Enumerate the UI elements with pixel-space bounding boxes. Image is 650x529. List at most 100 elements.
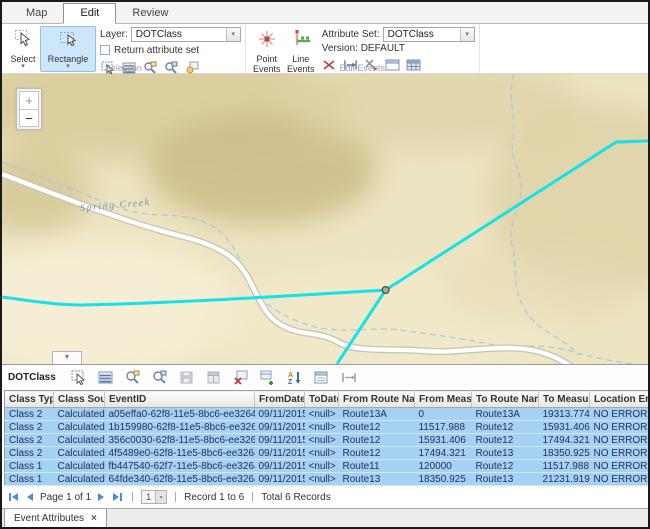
svg-text:Z: Z [288,379,293,385]
previous-page-button[interactable] [25,493,35,501]
cell: Route12 [339,434,415,447]
layer-dropdown[interactable]: DOTClass ▾ [131,27,241,42]
cell: 356c0030-62f8-11e5-8bc6-ee32641d5ec9 [105,434,255,447]
view-attributes-form-icon[interactable] [314,370,330,386]
selection-group: Select ▾ Rectangle ▾ Layer: DOTClass [2,24,246,73]
pager-separator [132,492,133,502]
map-graphics [2,74,648,364]
layer-value: DOTClass [132,29,226,40]
cell: NO ERROR [590,460,649,473]
layer-dropdown-caret-icon[interactable]: ▾ [226,28,240,41]
map-zoom-control: + − [16,88,42,130]
col-class-source[interactable]: Class Source [54,391,105,408]
layer-label: Layer: [100,29,128,40]
edit-events-group-label: Edit Events [246,63,479,73]
record-range-label: Record 1 to 6 [184,492,244,503]
bottom-tab-bar: Event Attributes × [2,508,648,528]
col-fromdate[interactable]: FromDate [255,391,305,408]
tab-review[interactable]: Review [116,4,184,23]
cell: 15931.406 [415,434,472,447]
table-row[interactable]: Class 2Calculated1b159980-62f8-11e5-8bc6… [5,421,649,434]
attribute-panel-toolbar: DOTClass AZ [2,364,648,390]
total-records-label: Total 6 Records [261,492,330,503]
tab-event-attributes[interactable]: Event Attributes × [4,509,107,528]
cell: <null> [305,473,339,486]
page-number-select[interactable]: 1 ▾ [141,490,167,504]
col-location-error[interactable]: Location Error [590,391,649,408]
cell: Route12 [339,447,415,460]
cell: NO ERROR [590,434,649,447]
cell: 0 [415,408,472,421]
tab-edit[interactable]: Edit [63,3,116,24]
cell: Route13 [339,473,415,486]
col-to-measure[interactable]: To Measure [539,391,590,408]
page-label: Page 1 of 1 [40,492,91,503]
zoom-in-button[interactable]: + [19,91,39,109]
table-row[interactable]: Class 2Calculated4f5489e0-62f8-11e5-8bc6… [5,447,649,460]
attribute-set-dropdown[interactable]: DOTClass ▾ [383,27,475,42]
cell: 18350.925 [415,473,472,486]
attribute-set-caret-icon[interactable]: ▾ [460,28,474,41]
cell: Class 2 [5,434,54,447]
delete-record-icon[interactable] [233,370,249,386]
table-row[interactable]: Class 1Calculated64fde340-62f8-11e5-8bc6… [5,473,649,486]
cell: <null> [305,460,339,473]
col-todate[interactable]: ToDate [305,391,339,408]
cell: Calculated [54,447,105,460]
event-attributes-table: Class Type Class Source EventID FromDate… [4,390,649,486]
cell: Class 2 [5,447,54,460]
zoom-to-record-icon[interactable] [125,370,141,386]
map-canvas[interactable]: Spring Creek + − ▼ [2,74,648,364]
col-to-route-name[interactable]: To Route Name [472,391,539,408]
selection-group-label: Selection [2,63,245,73]
return-attribute-set-checkbox[interactable] [100,45,110,55]
cell: 1b159980-62f8-11e5-8bc6-ee32641d5ec9 [105,421,255,434]
tab-map[interactable]: Map [10,4,63,23]
range-measure-icon[interactable] [341,370,357,386]
sort-records-icon[interactable]: AZ [287,370,303,386]
close-tab-icon[interactable]: × [91,513,97,524]
cell: fb447540-62f7-11e5-8bc6-ee32641d5ec9 [105,460,255,473]
attribute-panel-title: DOTClass [8,372,56,383]
cell: NO ERROR [590,408,649,421]
cell: Class 2 [5,421,54,434]
cell: Calculated [54,434,105,447]
col-eventid[interactable]: EventID [105,391,255,408]
cell: 17494.321 [539,434,590,447]
cell: NO ERROR [590,447,649,460]
cell: 11517.988 [415,421,472,434]
add-record-icon[interactable] [260,370,276,386]
cell: 64fde340-62f8-11e5-8bc6-ee32641d5ec9 [105,473,255,486]
col-class-type[interactable]: Class Type [5,391,54,408]
table-row[interactable]: Class 2Calculated356c0030-62f8-11e5-8bc6… [5,434,649,447]
save-edits-icon[interactable] [179,370,195,386]
cell: Class 1 [5,460,54,473]
table-row[interactable]: Class 2Calculateda05effa0-62f8-11e5-8bc6… [5,408,649,421]
table-row[interactable]: Class 1Calculatedfb447540-62f7-11e5-8bc6… [5,460,649,473]
pager-separator [252,492,253,502]
cell: 09/11/2015 [255,434,305,447]
select-records-icon[interactable] [71,370,87,386]
cell: NO ERROR [590,421,649,434]
cell: <null> [305,434,339,447]
cell: Class 1 [5,473,54,486]
zoom-out-button[interactable]: − [19,109,39,127]
first-page-button[interactable] [7,493,20,501]
point-events-icon [256,29,278,54]
col-from-route-name[interactable]: From Route Name [339,391,415,408]
next-page-button[interactable] [96,493,106,501]
cell: Route13A [472,408,539,421]
last-page-button[interactable] [111,493,124,501]
cell: 09/11/2015 [255,460,305,473]
col-from-measure[interactable]: From Measure [415,391,472,408]
pan-to-record-icon[interactable] [152,370,168,386]
attribute-set-label: Attribute Set: [322,29,380,40]
refresh-table-icon[interactable] [206,370,222,386]
cell: Calculated [54,473,105,486]
collapse-panel-button[interactable]: ▼ [52,351,82,364]
cell: Route12 [472,434,539,447]
show-selected-records-icon[interactable] [98,370,114,386]
route-junction-marker[interactable] [382,287,389,294]
cell: 21231.919 [539,473,590,486]
version-label: Version: DEFAULT [322,43,405,54]
